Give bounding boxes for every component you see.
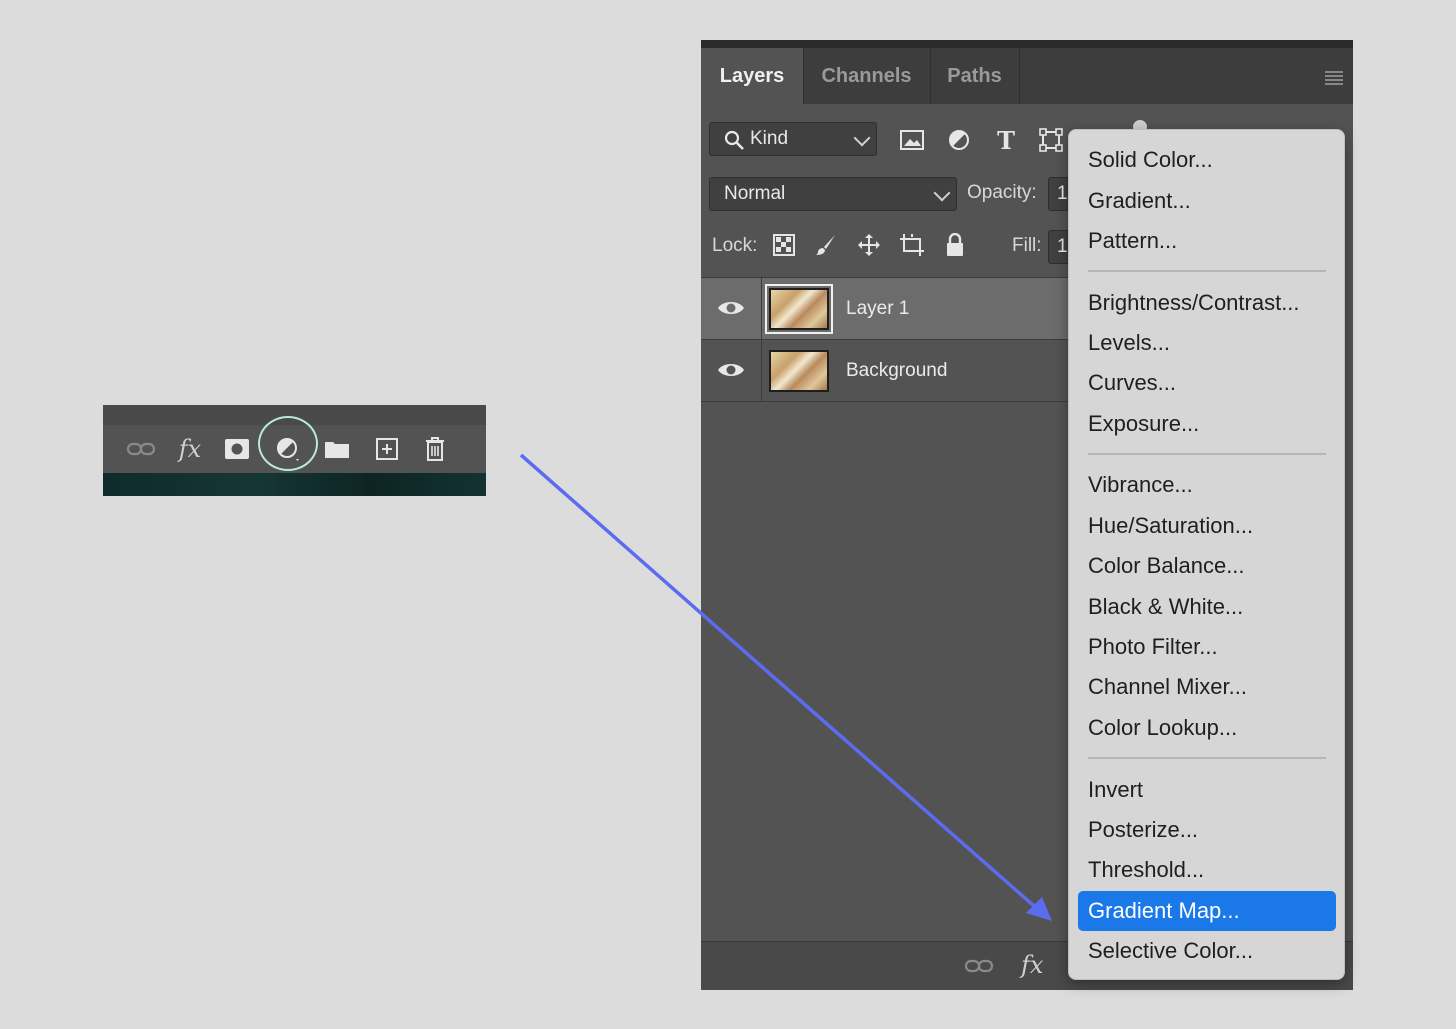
link-layers-icon[interactable] [964,958,994,974]
menu-item-hue-saturation[interactable]: Hue/Saturation... [1078,506,1336,546]
layer-thumbnail [765,284,833,334]
panel-menu-icon[interactable] [1323,68,1345,86]
lock-all-icon[interactable] [942,232,968,258]
menu-separator [1088,757,1326,759]
shape-filter-icon[interactable] [1036,125,1066,155]
blend-mode-value: Normal [724,183,786,204]
layer-name[interactable]: Layer 1 [846,298,909,320]
layers-list-divider [701,401,1071,402]
kind-filter-label: Kind [750,128,789,149]
menu-item-channel-mixer[interactable]: Channel Mixer... [1078,667,1336,707]
menu-item-levels[interactable]: Levels... [1078,323,1336,363]
menu-item-brightness-contrast[interactable]: Brightness/Contrast... [1078,283,1336,323]
fx-icon[interactable]: fx [1021,953,1043,977]
menu-item-pattern[interactable]: Pattern... [1078,221,1336,261]
menu-item-color-balance[interactable]: Color Balance... [1078,546,1336,586]
link-layers-icon[interactable] [123,431,159,467]
menu-separator [1088,270,1326,272]
menu-item-selective-color[interactable]: Selective Color... [1078,931,1336,971]
opacity-value: 1 [1057,183,1068,204]
highlight-circle [258,416,318,471]
lock-transparent-icon[interactable] [771,232,797,258]
lock-paint-icon[interactable] [813,232,839,258]
folder-icon[interactable] [319,431,355,467]
lock-artboard-icon[interactable] [899,232,925,258]
chevron-down-icon [933,184,951,202]
adjustment-filter-icon[interactable] [944,125,974,155]
menu-item-vibrance[interactable]: Vibrance... [1078,465,1336,505]
menu-item-invert[interactable]: Invert [1078,770,1336,810]
tab-channels[interactable]: Channels [803,48,931,104]
visibility-eye-icon[interactable] [717,298,745,318]
menu-item-exposure[interactable]: Exposure... [1078,404,1336,444]
layer-name[interactable]: Background [846,360,947,382]
lock-label: Lock: [712,235,758,256]
fx-icon[interactable]: fx [172,431,208,467]
layer-thumbnail [769,350,829,392]
menu-item-black-white[interactable]: Black & White... [1078,587,1336,627]
trash-icon[interactable] [417,431,453,467]
menu-item-photo-filter[interactable]: Photo Filter... [1078,627,1336,667]
type-filter-icon[interactable]: T [991,125,1021,155]
menu-item-color-lookup[interactable]: Color Lookup... [1078,708,1336,748]
fx-label: fx [178,435,202,463]
fill-label: Fill: [1012,235,1042,256]
panel-tab-bar: Layers Channels Paths [701,40,1353,104]
new-layer-icon[interactable] [369,431,405,467]
menu-item-gradient-map[interactable]: Gradient Map... [1078,891,1336,931]
blend-mode-select[interactable]: Normal [709,177,957,211]
image-filter-icon[interactable] [897,125,927,155]
eye-column-divider [761,340,762,402]
menu-item-solid-color[interactable]: Solid Color... [1078,140,1336,180]
kind-filter-select[interactable]: Kind [709,122,877,156]
menu-item-gradient[interactable]: Gradient... [1078,181,1336,221]
tab-layers[interactable]: Layers [701,48,804,104]
menu-item-curves[interactable]: Curves... [1078,363,1336,403]
menu-separator [1088,453,1326,455]
canvas-strip [103,473,486,496]
visibility-eye-icon[interactable] [717,360,745,380]
layer-row-background[interactable]: Background [701,339,1071,402]
adjustment-layer-menu: Solid Color... Gradient... Pattern... Br… [1068,129,1345,980]
tab-paths[interactable]: Paths [930,48,1020,104]
opacity-label: Opacity: [967,182,1037,203]
layer-row-layer-1[interactable]: Layer 1 [701,277,1071,340]
menu-item-threshold[interactable]: Threshold... [1078,850,1336,890]
menu-item-posterize[interactable]: Posterize... [1078,810,1336,850]
search-icon [724,130,744,150]
fill-value: 1 [1057,236,1068,257]
eye-column-divider [761,278,762,340]
zoomed-layers-footer-toolbar: fx [103,405,486,496]
chevron-down-icon [853,129,871,147]
lock-move-icon[interactable] [856,232,882,258]
mask-icon[interactable] [219,431,255,467]
